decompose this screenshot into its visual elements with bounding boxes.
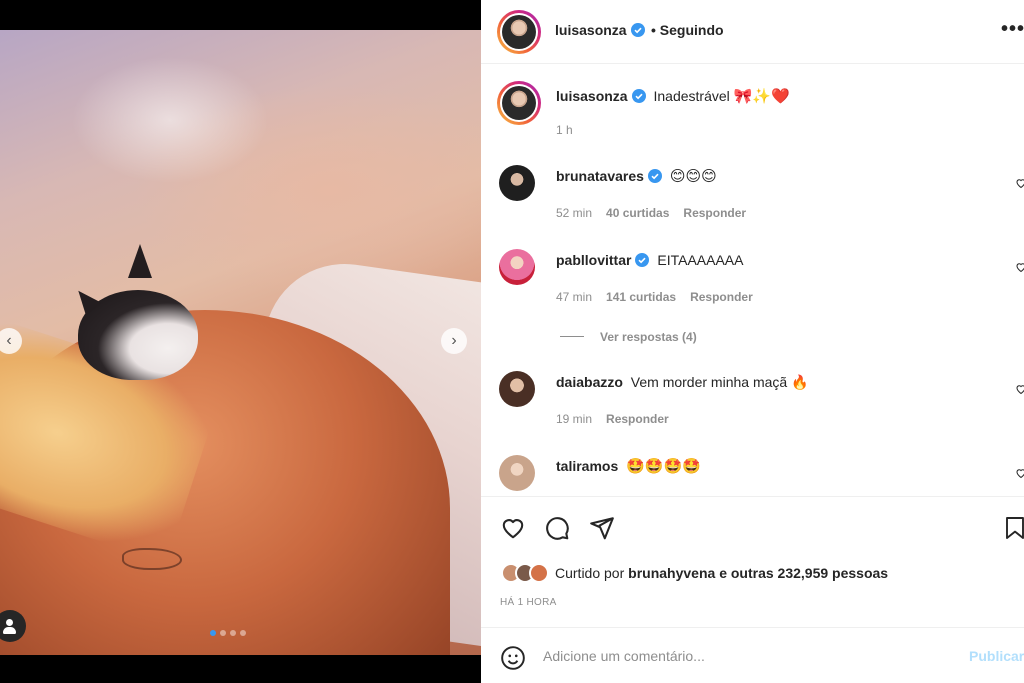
photo-cat-ear: [128, 244, 152, 278]
comment-likes[interactable]: 141 curtidas: [606, 290, 676, 304]
commenter-avatar[interactable]: [499, 249, 535, 285]
view-replies-button[interactable]: Ver respostas (4): [560, 330, 697, 344]
chevron-right-icon[interactable]: ›: [441, 328, 467, 354]
like-comment-icon[interactable]: [1015, 383, 1024, 395]
comment-meta: 47 min 141 curtidas Responder: [556, 290, 767, 304]
carousel-dot: [240, 630, 246, 636]
follow-status[interactable]: • Seguindo: [651, 22, 724, 38]
carousel-dot: [210, 630, 216, 636]
comment-text: brunatavares 😊😊😊: [556, 167, 717, 185]
instagram-post-modal: ‹ › luisasonza • Seguindo ••• luisasonza…: [0, 0, 1024, 683]
verified-icon: [647, 169, 662, 183]
comment-time: 19 min: [556, 412, 593, 426]
comment-body: Vem morder minha maçã 🔥: [630, 374, 809, 390]
like-comment-icon[interactable]: [1015, 467, 1024, 479]
caption-username[interactable]: luisasonza: [556, 88, 628, 104]
comment-text: taliramos 🤩🤩🤩🤩: [556, 457, 701, 475]
comments-list: luisasonza Inadestrável 🎀✨❤️ 1 h brunata…: [481, 65, 1024, 495]
carousel-dot: [230, 630, 236, 636]
author-username[interactable]: luisasonza: [555, 22, 627, 38]
post-comment-button[interactable]: Publicar: [969, 648, 1024, 664]
verified-icon: [635, 253, 650, 267]
comment-text: daiabazzo Vem morder minha maçã 🔥: [556, 373, 809, 391]
commenter-avatar[interactable]: [499, 165, 535, 201]
carousel-dot: [220, 630, 226, 636]
liker-avatar: [529, 563, 549, 583]
post-actions: Curtido por brunahyvena e outras 232,959…: [481, 496, 1024, 626]
comment-body: 🤩🤩🤩🤩: [626, 457, 701, 475]
author-avatar[interactable]: [497, 81, 541, 125]
commenter-avatar[interactable]: [499, 371, 535, 407]
comment-input[interactable]: [543, 646, 943, 666]
likes-prefix: Curtido por: [555, 565, 625, 581]
comment-likes[interactable]: 40 curtidas: [606, 206, 669, 220]
carousel-dots: [210, 630, 246, 636]
verified-icon: [630, 23, 645, 37]
comment-icon[interactable]: [544, 515, 570, 541]
save-icon[interactable]: [1003, 515, 1024, 541]
like-comment-icon[interactable]: [1015, 177, 1024, 189]
caption-emoji: 🎀✨❤️: [733, 87, 790, 105]
post-time: HÁ 1 HORA: [500, 597, 557, 608]
comment-meta: 52 min 40 curtidas Responder: [556, 206, 760, 220]
post-panel: luisasonza • Seguindo ••• luisasonza Ina…: [481, 0, 1024, 683]
caption-text: luisasonza Inadestrável 🎀✨❤️: [556, 87, 790, 105]
emoji-icon[interactable]: [500, 645, 526, 671]
comment-time: 52 min: [556, 206, 593, 220]
post-media: ‹ ›: [0, 0, 481, 683]
commenter-username[interactable]: taliramos: [556, 458, 618, 474]
author-avatar[interactable]: [497, 10, 541, 54]
caption-body: Inadestrável: [653, 88, 730, 104]
share-icon[interactable]: [589, 515, 615, 541]
author-username-block[interactable]: luisasonza: [555, 22, 645, 40]
reply-button[interactable]: Responder: [683, 206, 746, 220]
likes-others[interactable]: e outras 232,959 pessoas: [719, 565, 888, 581]
add-comment-bar: Publicar: [481, 627, 1024, 683]
commenter-username[interactable]: brunatavares: [556, 168, 644, 184]
commenter-username[interactable]: daiabazzo: [556, 374, 623, 390]
more-icon[interactable]: •••: [1001, 18, 1024, 41]
liker-avatars: [501, 563, 549, 583]
comment-meta: 19 min Responder: [556, 412, 683, 426]
likes-username[interactable]: brunahyvena: [628, 565, 715, 581]
comment-body: 😊😊😊: [669, 167, 717, 185]
like-icon[interactable]: [500, 515, 526, 541]
likes-summary[interactable]: Curtido por brunahyvena e outras 232,959…: [501, 563, 888, 583]
post-photo: [0, 30, 481, 655]
verified-icon: [631, 89, 646, 103]
commenter-username[interactable]: pabllovittar: [556, 252, 631, 268]
comment-text: pabllovittar EITAAAAAAA: [556, 251, 743, 269]
like-comment-icon[interactable]: [1015, 261, 1024, 273]
photo-tattoo: [122, 548, 182, 570]
post-header: luisasonza • Seguindo •••: [481, 0, 1024, 64]
reply-button[interactable]: Responder: [690, 290, 753, 304]
reply-button[interactable]: Responder: [606, 412, 669, 426]
caption-time: 1 h: [556, 123, 573, 137]
comment-time: 47 min: [556, 290, 593, 304]
commenter-avatar[interactable]: [499, 455, 535, 491]
comment-body: EITAAAAAAA: [657, 252, 744, 268]
